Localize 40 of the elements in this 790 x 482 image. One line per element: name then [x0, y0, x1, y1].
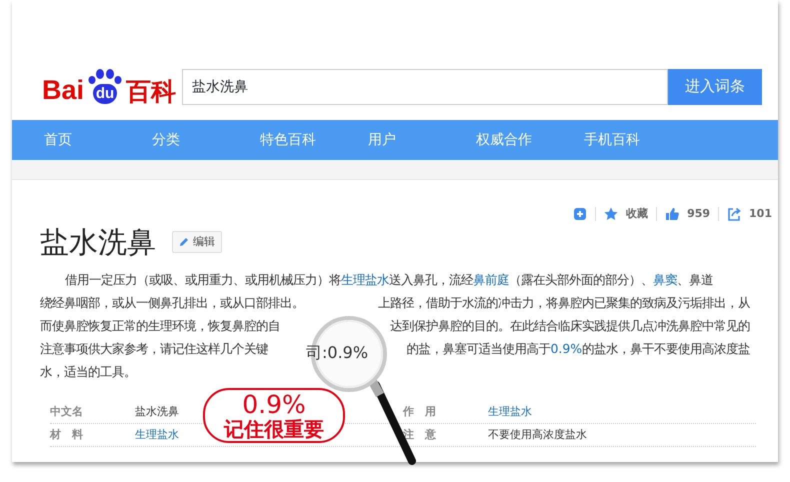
callout-figure: 0.9%: [242, 392, 306, 418]
info-value[interactable]: 生理盐水: [488, 404, 532, 418]
thumbs-up-icon[interactable]: [665, 207, 680, 221]
nav-link[interactable]: 手机百科: [584, 130, 692, 150]
paragraph-text: 的盐，鼻塞可适当使用高于0.9%的盐水，鼻干不要使用高浓度盐: [406, 340, 750, 358]
logo-badge: du: [92, 84, 118, 104]
paragraph-text: 绕经鼻咽部，或从一侧鼻孔排出，或从口部排出。: [40, 294, 304, 312]
info-label: 作 用: [403, 404, 436, 418]
paragraph-text: 注意事项供大家参考，请记住这样几个关键: [40, 340, 268, 358]
search-field[interactable]: 盐水洗鼻: [182, 68, 668, 104]
callout-caption: 记住很重要: [224, 418, 324, 440]
nav-link[interactable]: 首页: [44, 130, 152, 150]
nav-link[interactable]: 分类: [152, 130, 260, 150]
lens-text: 司:0.9%: [306, 343, 368, 363]
nav-link[interactable]: 用户: [368, 130, 476, 150]
paragraph-text: 水，适当的工具。: [40, 363, 136, 381]
share-icon[interactable]: [727, 207, 742, 221]
action-label[interactable]: 959: [687, 206, 710, 222]
info-value[interactable]: 生理盐水: [134, 428, 179, 441]
paw-toes-icon: [88, 69, 122, 84]
logo-text: Bai: [42, 77, 84, 104]
logo-text: 百科: [126, 79, 176, 104]
action-label[interactable]: 101: [749, 206, 772, 222]
paragraph-text: 达到保护鼻腔的目的。在此结合临床实践提供几点冲洗鼻腔中常见的: [390, 317, 750, 335]
info-label: 中文名: [50, 404, 83, 418]
pencil-icon: [179, 237, 189, 247]
paragraph-text: 借用一定压力（或吸、或用重力、或用机械压力）将生理盐水送入鼻孔，流经鼻前庭（露在头部外面的部分）、鼻窦、鼻道: [65, 271, 713, 289]
search-button[interactable]: 进入词条: [668, 68, 762, 104]
info-value: 盐水洗鼻: [134, 404, 179, 418]
edit-button[interactable]: 编辑: [172, 230, 222, 254]
nav-link[interactable]: 特色百科: [260, 130, 368, 150]
info-value: 不要使用高浓度盐水: [488, 428, 587, 441]
page-title: 盐水洗鼻: [40, 224, 156, 260]
paragraph-text: 上路径，借助于水流的冲击力，将鼻腔内已聚集的致病及污垢排出，从: [378, 294, 750, 312]
info-label: 材 料: [50, 428, 83, 441]
action-label[interactable]: 收藏: [626, 206, 648, 222]
add-icon[interactable]: [573, 207, 588, 221]
nav-link[interactable]: 权威合作: [476, 130, 584, 150]
star-icon[interactable]: [604, 207, 618, 221]
paragraph-text: 而使鼻腔恢复正常的生理环境，恢复鼻腔的自: [40, 317, 280, 335]
